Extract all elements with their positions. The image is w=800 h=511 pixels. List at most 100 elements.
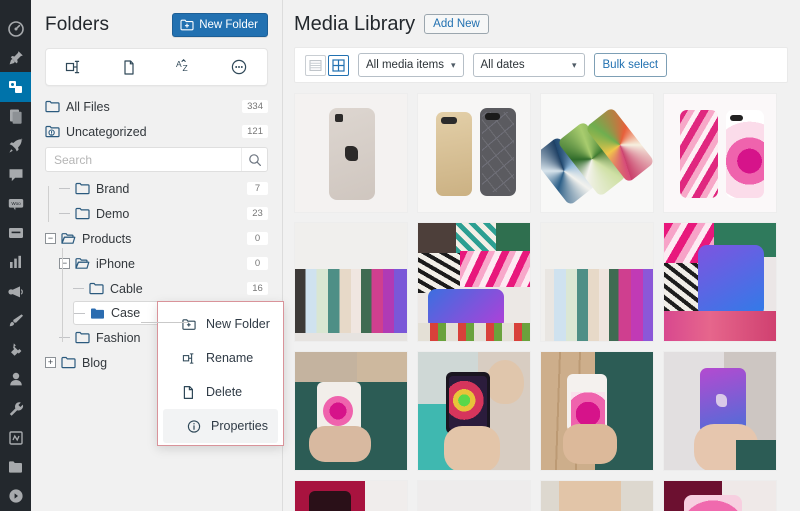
new-folder-plus-icon <box>180 19 194 31</box>
media-item[interactable] <box>663 222 777 342</box>
context-menu-leader-line <box>141 322 189 323</box>
rail-item-comment[interactable] <box>0 160 31 189</box>
context-menu-item-properties[interactable]: Properties <box>163 409 278 443</box>
tree-item-label: Uncategorized <box>66 124 147 139</box>
date-filter[interactable]: All dates ▾ <box>472 53 585 77</box>
tree-item-label: iPhone <box>96 256 135 271</box>
rail-item-wrench[interactable] <box>0 394 31 423</box>
context-menu-item-rename[interactable]: Rename <box>158 341 283 375</box>
rail-item-megaphone[interactable] <box>0 277 31 306</box>
media-item[interactable] <box>417 480 531 511</box>
folder-search[interactable] <box>45 147 268 172</box>
media-item[interactable] <box>417 93 531 213</box>
folder-icon <box>61 356 76 369</box>
rail-item-analytics[interactable] <box>0 248 31 277</box>
media-thumbnail-pink-watercolor-cases <box>664 94 776 212</box>
rail-item-rocket[interactable] <box>0 131 31 160</box>
plug-icon <box>10 343 21 356</box>
media-thumbnail-pattern-case-collage <box>418 223 530 341</box>
tree-item-count: 16 <box>247 281 268 296</box>
media-thumbnail-case-row-lineup <box>295 223 407 341</box>
media-item[interactable] <box>663 93 777 213</box>
list-view-button[interactable] <box>305 54 326 76</box>
megaphone-icon <box>7 286 23 298</box>
rail-item-settings[interactable] <box>0 423 31 452</box>
delete-tool-icon[interactable] <box>112 50 146 84</box>
folder-icon <box>75 207 90 220</box>
media-library-panel: Media Library Add New All media items ▾ … <box>283 0 800 511</box>
grid-view-button[interactable] <box>328 54 349 76</box>
folder-icon <box>75 257 90 270</box>
context-menu-item-label: Delete <box>206 385 243 399</box>
tree-item-products[interactable]: − Products 0 <box>45 226 268 251</box>
media-item[interactable] <box>294 222 408 342</box>
comment-icon <box>9 168 22 181</box>
rail-item-products[interactable] <box>0 219 31 248</box>
tree-connector <box>59 337 70 338</box>
rail-item-folder[interactable] <box>0 453 31 482</box>
tree-item-uncategorized[interactable]: Uncategorized 121 <box>45 119 268 144</box>
rail-item-media[interactable] <box>0 72 38 102</box>
tree-item-all-files[interactable]: All Files 334 <box>45 94 268 119</box>
rail-item-plug[interactable] <box>0 336 31 365</box>
media-thumbnail-gold-and-grey-cases <box>418 94 530 212</box>
media-item[interactable] <box>294 351 408 471</box>
pin-icon <box>9 51 23 65</box>
tree-item-cable[interactable]: Cable 16 <box>73 276 268 301</box>
tree-toggle-collapse-icon[interactable]: − <box>59 258 70 269</box>
search-input[interactable] <box>46 152 241 167</box>
tree-item-iphone[interactable]: − iPhone 0 <box>59 251 268 276</box>
tree-guide-line <box>62 248 63 322</box>
sort-az-tool-icon[interactable]: A Z <box>167 50 201 84</box>
media-item[interactable] <box>663 351 777 471</box>
media-item[interactable] <box>540 222 654 342</box>
rail-item-brush[interactable] <box>0 306 31 335</box>
more-tool-icon[interactable] <box>222 50 256 84</box>
tree-connector <box>59 213 70 214</box>
tree-item-label: Case <box>111 306 141 320</box>
add-new-button[interactable]: Add New <box>424 14 489 34</box>
media-type-filter[interactable]: All media items ▾ <box>358 53 464 77</box>
rail-item-pin[interactable] <box>0 43 31 72</box>
bulk-select-button[interactable]: Bulk select <box>593 53 668 77</box>
tree-toggle-collapse-icon[interactable]: − <box>45 233 56 244</box>
rail-item-woo[interactable]: Woo <box>0 189 31 218</box>
context-menu-item-delete[interactable]: Delete <box>158 375 283 409</box>
folder-toolbar: A Z <box>45 48 268 86</box>
tree-item-demo[interactable]: Demo 23 <box>59 201 268 226</box>
folders-title: Folders <box>45 14 110 35</box>
media-item[interactable] <box>417 222 531 342</box>
tree-toggle-expand-icon[interactable]: + <box>45 357 56 368</box>
woo-icon: Woo <box>8 199 23 211</box>
context-menu-item-label: New Folder <box>206 317 270 331</box>
tree-item-count: 0 <box>247 231 268 246</box>
rename-tool-icon[interactable] <box>57 50 91 84</box>
scrollbar-track[interactable] <box>794 0 800 511</box>
tree-item-label: All Files <box>66 99 110 114</box>
tree-item-brand[interactable]: Brand 7 <box>59 176 268 201</box>
media-header: Media Library Add New <box>294 8 800 40</box>
media-item[interactable] <box>540 351 654 471</box>
search-icon[interactable] <box>241 148 267 171</box>
folders-header: Folders New Folder <box>45 0 268 44</box>
rail-item-user[interactable] <box>0 365 31 394</box>
tree-item-label: Fashion <box>96 330 141 345</box>
media-item[interactable] <box>294 93 408 213</box>
rail-item-collapse[interactable] <box>0 482 31 511</box>
media-item[interactable] <box>417 351 531 471</box>
folder-question-icon <box>45 125 60 138</box>
context-menu-item-new-folder[interactable]: New Folder <box>158 307 283 341</box>
media-item[interactable] <box>294 480 408 511</box>
media-item[interactable] <box>663 480 777 511</box>
media-thumbnail-blue-gradient-case-collage <box>664 223 776 341</box>
rail-item-dashboard[interactable] <box>0 14 31 43</box>
rail-item-pages[interactable] <box>0 102 31 131</box>
media-item[interactable] <box>540 93 654 213</box>
new-folder-button[interactable]: New Folder <box>172 13 268 37</box>
new-folder-icon <box>182 318 196 331</box>
media-item[interactable] <box>540 480 654 511</box>
media-filter-bar: All media items ▾ All dates ▾ Bulk selec… <box>294 47 788 83</box>
products-icon <box>8 228 23 239</box>
folder-icon <box>75 331 90 344</box>
svg-text:Woo: Woo <box>11 201 21 206</box>
